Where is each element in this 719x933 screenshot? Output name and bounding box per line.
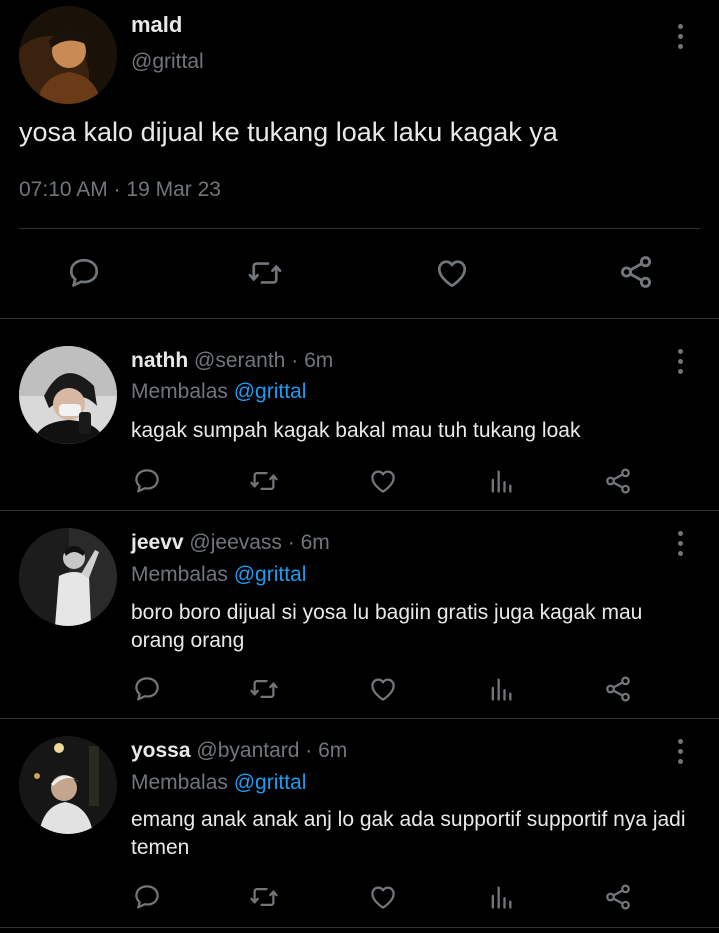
separator: · <box>287 531 295 554</box>
author-name[interactable]: jeevv <box>131 531 184 554</box>
like-icon[interactable] <box>433 255 471 291</box>
avatar[interactable] <box>19 6 117 104</box>
author-handle[interactable]: @byantard <box>196 739 299 762</box>
more-options-icon[interactable] <box>670 736 690 766</box>
replying-to-label: Membalas <box>131 563 228 586</box>
avatar[interactable] <box>19 736 117 834</box>
author-handle[interactable]: @seranth <box>194 349 285 372</box>
replying-to: Membalas @grittal <box>131 563 306 587</box>
reply-header: yossa @byantard · 6m <box>131 739 347 763</box>
reply-icon[interactable] <box>132 466 162 496</box>
main-tweet: mald @grittal yosa kalo dijual ke tukang… <box>0 0 719 318</box>
author-name[interactable]: mald <box>131 12 182 38</box>
separator: · <box>291 349 299 372</box>
reply-time[interactable]: 6m <box>304 349 333 372</box>
author-handle[interactable]: @jeevass <box>189 531 282 554</box>
reply-text: kagak sumpah kagak bakal mau tuh tukang … <box>131 419 581 442</box>
reply-header: jeevv @jeevass · 6m <box>131 531 330 555</box>
share-icon[interactable] <box>603 674 633 704</box>
separator: · <box>305 739 313 762</box>
replying-to-label: Membalas <box>131 771 228 794</box>
retweet-icon[interactable] <box>249 674 279 704</box>
divider <box>0 927 719 928</box>
like-icon[interactable] <box>368 674 398 704</box>
reply-time[interactable]: 6m <box>301 531 330 554</box>
author-name[interactable]: yossa <box>131 739 191 762</box>
reply-tweet[interactable]: nathh @seranth · 6m Membalas @grittal ka… <box>0 319 719 510</box>
share-icon[interactable] <box>603 882 633 912</box>
replying-to: Membalas @grittal <box>131 771 306 795</box>
replying-to-label: Membalas <box>131 380 228 403</box>
reply-tweet[interactable]: yossa @byantard · 6m Membalas @grittal e… <box>0 719 719 927</box>
like-icon[interactable] <box>368 466 398 496</box>
more-options-icon[interactable] <box>670 346 690 376</box>
reply-text: boro boro dijual si yosa lu bagiin grati… <box>131 601 643 652</box>
retweet-icon[interactable] <box>249 466 279 496</box>
share-icon[interactable] <box>603 466 633 496</box>
reply-header: nathh @seranth · 6m <box>131 349 333 373</box>
mention-link[interactable]: @grittal <box>234 563 307 586</box>
reply-time[interactable]: 6m <box>318 739 347 762</box>
reply-icon[interactable] <box>132 674 162 704</box>
tweet-text: yosa kalo dijual ke tukang loak laku kag… <box>19 117 558 147</box>
avatar[interactable] <box>19 528 117 626</box>
author-name[interactable]: nathh <box>131 349 188 372</box>
reply-tweet[interactable]: jeevv @jeevass · 6m Membalas @grittal bo… <box>0 511 719 718</box>
avatar[interactable] <box>19 346 117 444</box>
like-icon[interactable] <box>368 882 398 912</box>
retweet-icon[interactable] <box>247 255 283 291</box>
mention-link[interactable]: @grittal <box>234 380 307 403</box>
share-icon[interactable] <box>617 253 655 291</box>
reply-icon[interactable] <box>132 882 162 912</box>
analytics-icon[interactable] <box>487 675 515 703</box>
reply-icon[interactable] <box>66 255 102 291</box>
replying-to: Membalas @grittal <box>131 380 306 404</box>
analytics-icon[interactable] <box>487 883 515 911</box>
retweet-icon[interactable] <box>249 882 279 912</box>
author-handle[interactable]: @grittal <box>131 50 204 74</box>
reply-text: emang anak anak anj lo gak ada supportif… <box>131 808 686 859</box>
more-options-icon[interactable] <box>670 528 690 558</box>
divider <box>19 228 700 229</box>
more-options-icon[interactable] <box>670 21 690 51</box>
tweet-timestamp[interactable]: 07:10 AM · 19 Mar 23 <box>19 178 221 202</box>
analytics-icon[interactable] <box>487 467 515 495</box>
mention-link[interactable]: @grittal <box>234 771 307 794</box>
